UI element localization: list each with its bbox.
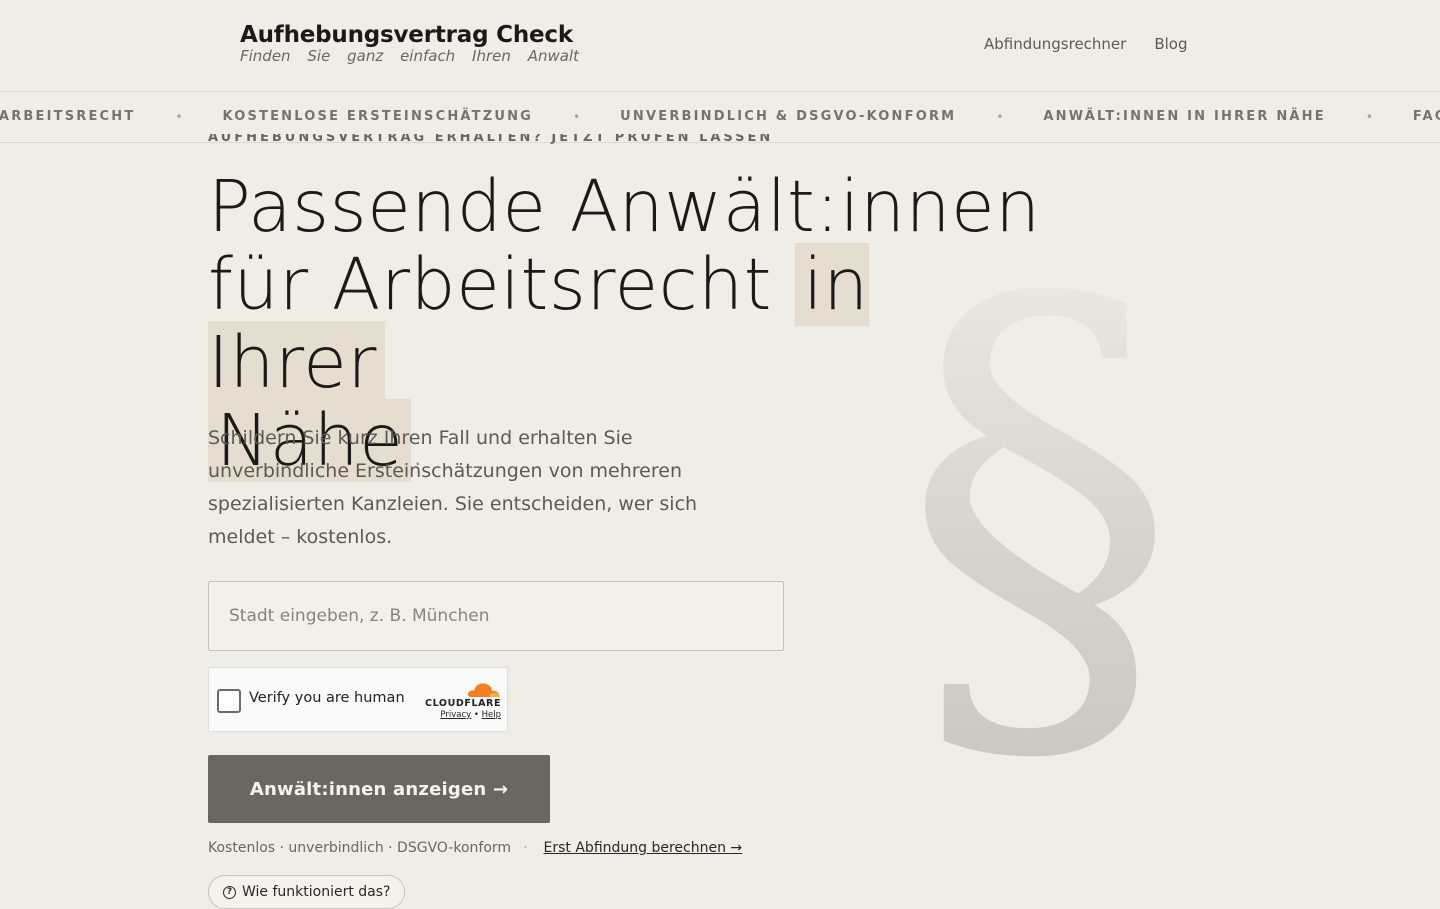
captcha-label: Verify you are human [249, 690, 405, 706]
city-search-input[interactable] [208, 581, 784, 651]
nav-link-blog[interactable]: Blog [1154, 34, 1187, 54]
cloudflare-logo: CLOUDFLARE Privacy • Help [425, 678, 501, 724]
hero-lede: Schildern Sie kurz Ihren Fall und erhalt… [208, 427, 698, 548]
trust-footnote: Kostenlos · unverbindlich · DSGVO-konfor… [208, 840, 742, 856]
ticker-item: Anwält:innen in Ihrer Nähe [1043, 109, 1326, 124]
ticker-separator: • [175, 109, 183, 124]
ticker-item: r Arbeitsrecht [0, 109, 136, 124]
ticker-item: Unverbindlich & DSGVO-konform [620, 109, 957, 124]
tagline-word: Finden [240, 47, 291, 65]
captcha-checkbox[interactable] [217, 689, 241, 713]
footnote-separator: · [523, 840, 528, 856]
hero-eyebrow-text: Aufhebungsvertrag erhalten? Jetzt prüfen… [208, 134, 774, 144]
tagline-word: ganz [347, 47, 384, 65]
nav-link-abfindungsrechner[interactable]: Abfindungsrechner [984, 34, 1126, 54]
hero-title-text: Passende Anwält:innen für Arbeitsrecht [208, 165, 1041, 326]
brand-title[interactable]: Aufhebungsvertrag Check [240, 21, 579, 49]
cloudflare-captcha: Verify you are human CLOUDFLARE Privacy … [208, 667, 508, 732]
main-nav: Abfindungsrechner Blog [984, 34, 1188, 54]
cloudflare-wordmark: CLOUDFLARE [425, 698, 502, 709]
ticker-separator: • [1365, 109, 1373, 124]
captcha-links-separator: • [473, 710, 479, 720]
ticker-item: Kostenlose Ersteinschätzung [222, 109, 534, 124]
calculate-severance-link[interactable]: Erst Abfindung berechnen → [544, 840, 743, 856]
question-circle-icon: ? [223, 885, 236, 899]
captcha-links: Privacy • Help [425, 710, 501, 720]
hero-eyebrow: Aufhebungsvertrag erhalten? Jetzt prüfen… [208, 134, 773, 144]
how-it-works-button[interactable]: ? Wie funktioniert das? [208, 875, 406, 909]
tagline-word: einfach [400, 47, 456, 65]
ticker-item: Fachanwä [1412, 109, 1440, 124]
tagline-word: Anwalt [527, 47, 579, 65]
tagline-word: Ihren [472, 47, 511, 65]
site-header: Aufhebungsvertrag Check Finden Sie ganz … [0, 0, 1440, 92]
brand-tagline: Finden Sie ganz einfach Ihren Anwalt [240, 47, 579, 65]
captcha-help-link[interactable]: Help [482, 710, 501, 720]
show-lawyers-button[interactable]: Anwält:innen anzeigen → [208, 755, 550, 823]
tagline-word: Sie [307, 47, 331, 65]
ticker-track: r Arbeitsrecht • Kostenlose Ersteinschät… [0, 109, 1440, 124]
trust-text: Kostenlos · unverbindlich · DSGVO-konfor… [208, 840, 512, 856]
how-it-works-label: Wie funktioniert das? [242, 884, 391, 900]
ticker-separator: • [996, 109, 1004, 124]
cloudflare-cloud-icon [467, 683, 500, 697]
brand[interactable]: Aufhebungsvertrag Check Finden Sie ganz … [240, 21, 579, 65]
ticker-separator: • [573, 109, 581, 124]
captcha-privacy-link[interactable]: Privacy [440, 710, 471, 720]
